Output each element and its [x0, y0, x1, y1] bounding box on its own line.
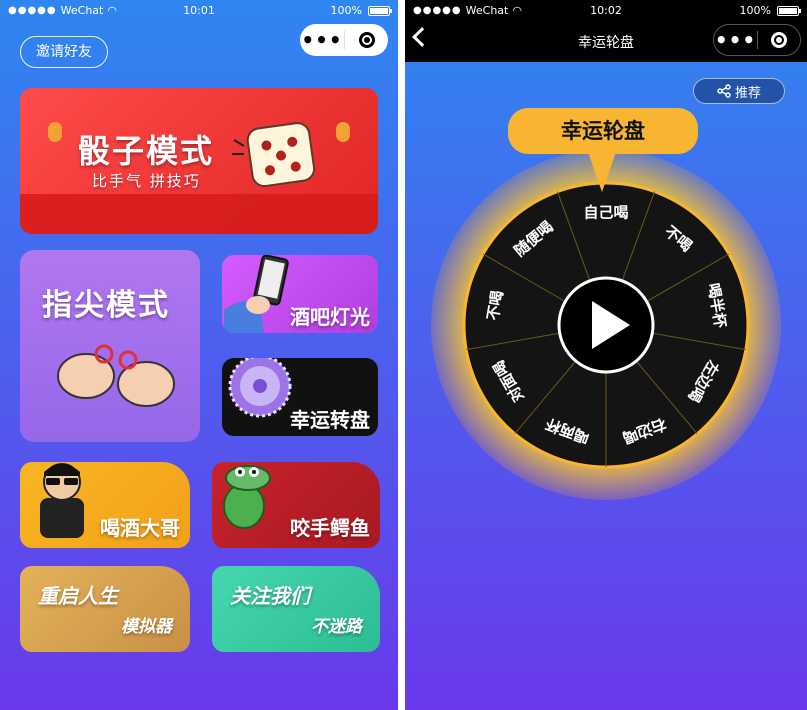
mini-program-capsule: •••	[713, 24, 801, 56]
life-restart-card[interactable]: 重启人生 模拟器	[20, 566, 190, 652]
invite-friends-button[interactable]: 邀请好友	[20, 36, 108, 68]
bar-light-title: 酒吧灯光	[290, 305, 370, 329]
lucky-turntable-card[interactable]: 幸运转盘	[222, 358, 378, 436]
dice-mode-title: 骰子模式	[78, 132, 215, 170]
hands-icon	[57, 344, 175, 407]
more-icon[interactable]: •••	[714, 30, 757, 50]
drinking-brother-title: 喝酒大哥	[100, 516, 180, 540]
dice-icon	[232, 122, 316, 188]
battery-icon	[777, 5, 801, 16]
battery-icon	[368, 5, 392, 16]
battery-label: 100%	[330, 4, 362, 17]
drinking-brother-card[interactable]: 喝酒大哥	[20, 462, 190, 548]
phone-screen-home: ●●●●● WeChat ◠ 10:01 100% ••• 邀请好友 骰子模式 比手…	[0, 0, 398, 710]
lantern-icon	[48, 122, 62, 142]
target-icon	[770, 32, 787, 48]
sunglasses-man-icon	[40, 463, 84, 538]
wheel-pointer	[588, 152, 616, 192]
life-restart-subtitle: 模拟器	[121, 617, 172, 637]
biting-crocodile-title: 咬手鳄鱼	[290, 516, 370, 540]
phone-screen-lucky-wheel: ●●●●● WeChat ◠ 10:02 100% 幸运轮盘 ••• 推荐 自己喝不…	[405, 0, 807, 710]
status-bar: ●●●●● WeChat ◠ 10:02 100%	[405, 0, 807, 22]
crocodile-icon	[223, 465, 271, 529]
lucky-wheel-header: 幸运轮盘	[508, 108, 698, 154]
close-mini-program-button[interactable]	[758, 32, 800, 48]
share-icon	[717, 84, 731, 98]
life-restart-title: 重启人生	[38, 584, 118, 608]
battery-label: 100%	[739, 4, 771, 17]
wave-decoration	[20, 194, 378, 234]
recommend-button[interactable]: 推荐	[693, 78, 785, 104]
dice-mode-subtitle: 比手气 拼技巧	[92, 172, 201, 190]
navigation-bar: ●●●●● WeChat ◠ 10:02 100% 幸运轮盘 •••	[405, 0, 807, 62]
biting-crocodile-card[interactable]: 咬手鳄鱼	[212, 462, 380, 548]
follow-us-subtitle: 不迷路	[311, 617, 362, 637]
phone-in-hand-icon	[224, 255, 289, 333]
wheel-icon	[228, 358, 292, 418]
recommend-label: 推荐	[734, 85, 761, 101]
fingertip-mode-title: 指尖模式	[42, 288, 170, 323]
wheel-segment-label: 自己喝	[583, 204, 628, 222]
more-icon[interactable]: •••	[300, 30, 344, 50]
status-bar: ●●●●● WeChat ◠ 10:01 100%	[0, 0, 398, 22]
dice-mode-card[interactable]: 骰子模式 比手气 拼技巧	[20, 88, 378, 234]
fingertip-mode-card[interactable]: 指尖模式	[20, 250, 200, 442]
bar-light-card[interactable]: 酒吧灯光	[222, 255, 378, 333]
follow-us-title: 关注我们	[230, 584, 310, 608]
target-icon	[358, 32, 375, 48]
lucky-wheel[interactable]: 自己喝不喝喝半杯左边喝右边喝喝两杯对面喝不喝随便喝	[461, 180, 751, 470]
mini-program-capsule: •••	[300, 24, 388, 56]
follow-us-card[interactable]: 关注我们 不迷路	[212, 566, 380, 652]
lucky-turntable-title: 幸运转盘	[290, 408, 370, 432]
close-mini-program-button[interactable]	[345, 32, 388, 48]
